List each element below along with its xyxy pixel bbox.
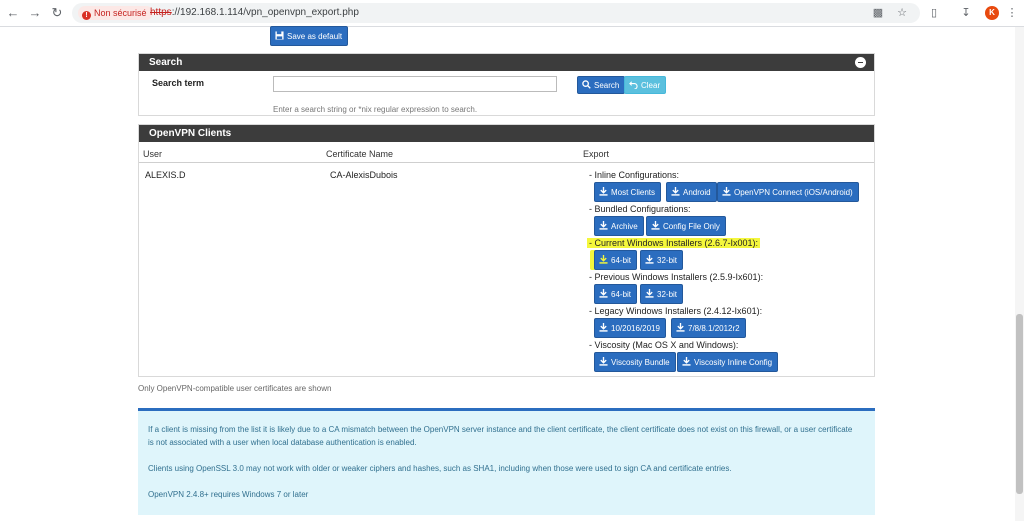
row-user: ALEXIS.D bbox=[145, 170, 186, 180]
search-button[interactable]: Search bbox=[577, 76, 626, 94]
address-bar[interactable]: ! Non sécurisé https://192.168.1.114/vpn_… bbox=[72, 3, 920, 23]
export-button-label: Most Clients bbox=[611, 188, 656, 197]
translate-icon[interactable]: ▩ bbox=[870, 5, 886, 21]
download-icon bbox=[682, 357, 691, 366]
save-as-default-button[interactable]: Save as default bbox=[270, 26, 349, 46]
export-legacy-7-8-button[interactable]: 7/8/8.1/2012r2 bbox=[671, 318, 746, 338]
download-icon bbox=[599, 221, 608, 230]
export-current-32bit-button[interactable]: 32-bit bbox=[640, 250, 684, 270]
certificates-note: Only OpenVPN-compatible user certificate… bbox=[138, 384, 332, 393]
download-icon bbox=[599, 187, 608, 196]
group-label-legacy-windows: - Legacy Windows Installers (2.4.12-Ix60… bbox=[589, 306, 763, 316]
avatar[interactable]: K bbox=[985, 6, 999, 20]
row-certificate: CA-AlexisDubois bbox=[330, 170, 398, 180]
export-button-label: 7/8/8.1/2012r2 bbox=[688, 324, 740, 333]
clients-panel-heading: OpenVPN Clients bbox=[139, 125, 874, 142]
export-button-label: OpenVPN Connect (iOS/Android) bbox=[734, 188, 853, 197]
export-viscosity-inline-config-button[interactable]: Viscosity Inline Config bbox=[677, 352, 779, 372]
group-label-bundled: - Bundled Configurations: bbox=[589, 204, 691, 214]
group-label-viscosity: - Viscosity (Mac OS X and Windows): bbox=[589, 340, 739, 350]
search-button-label: Search bbox=[594, 81, 620, 90]
export-button-label: 10/2016/2019 bbox=[611, 324, 660, 333]
export-button-label: Config File Only bbox=[663, 222, 720, 231]
download-icon bbox=[671, 187, 680, 196]
menu-kebab-icon[interactable]: ⋮ bbox=[1004, 5, 1020, 21]
download-icon[interactable]: ↧ bbox=[958, 5, 974, 21]
search-heading-text: Search bbox=[149, 57, 183, 68]
export-legacy-10-2016-2019-button[interactable]: 10/2016/2019 bbox=[594, 318, 666, 338]
scrollbar-thumb[interactable] bbox=[1016, 314, 1023, 494]
clients-heading-text: OpenVPN Clients bbox=[149, 128, 232, 139]
clear-button[interactable]: Clear bbox=[624, 76, 667, 94]
export-viscosity-bundle-button[interactable]: Viscosity Bundle bbox=[594, 352, 676, 372]
column-header-user: User bbox=[143, 149, 163, 159]
group-label-current-windows: - Current Windows Installers (2.6.7-Ix00… bbox=[587, 238, 761, 248]
export-android-button[interactable]: Android bbox=[666, 182, 717, 202]
url-scheme: https bbox=[150, 7, 172, 18]
save-as-default-label: Save as default bbox=[287, 32, 343, 41]
header-divider bbox=[139, 162, 874, 163]
export-button-label: Archive bbox=[611, 222, 638, 231]
bookmark-star-icon[interactable]: ☆ bbox=[894, 5, 910, 21]
export-previous-32bit-button[interactable]: 32-bit bbox=[640, 284, 684, 304]
export-button-label: Viscosity Bundle bbox=[611, 358, 670, 367]
info-paragraph-openssl: Clients using OpenSSL 3.0 may not work w… bbox=[148, 464, 732, 473]
save-icon bbox=[275, 31, 284, 40]
column-header-certificate: Certificate Name bbox=[326, 149, 394, 159]
export-button-label: 64-bit bbox=[611, 256, 632, 265]
clear-button-label: Clear bbox=[641, 81, 661, 90]
group-label-inline: - Inline Configurations: bbox=[589, 170, 680, 180]
export-button-label: 32-bit bbox=[657, 290, 678, 299]
forward-icon[interactable]: → bbox=[26, 4, 44, 22]
collapse-icon[interactable] bbox=[855, 57, 866, 68]
warning-icon: ! bbox=[82, 11, 91, 20]
download-icon bbox=[599, 323, 608, 332]
download-icon bbox=[599, 357, 608, 366]
export-most-clients-button[interactable]: Most Clients bbox=[594, 182, 662, 202]
download-icon bbox=[599, 289, 608, 298]
reload-icon[interactable]: ↻ bbox=[48, 4, 66, 22]
download-icon bbox=[645, 255, 654, 264]
download-icon bbox=[722, 187, 731, 196]
search-icon bbox=[582, 80, 591, 89]
export-config-file-only-button[interactable]: Config File Only bbox=[646, 216, 726, 236]
download-icon bbox=[599, 255, 608, 264]
download-icon bbox=[676, 323, 685, 332]
group-label-previous-windows: - Previous Windows Installers (2.5.9-Ix6… bbox=[589, 272, 764, 282]
column-header-export: Export bbox=[583, 149, 610, 159]
export-button-label: 32-bit bbox=[657, 256, 678, 265]
export-openvpn-connect-button[interactable]: OpenVPN Connect (iOS/Android) bbox=[717, 182, 859, 202]
back-icon[interactable]: ← bbox=[4, 4, 22, 22]
info-paragraph-missing-client: If a client is missing from the list it … bbox=[148, 425, 853, 447]
url-path: ://192.168.1.114/vpn_openvpn_export.php bbox=[171, 7, 359, 18]
search-help-text: Enter a search string or *nix regular ex… bbox=[273, 105, 478, 114]
search-panel: Search Search term Search Clear Enter a … bbox=[138, 53, 875, 116]
security-label: Non sécurisé bbox=[94, 8, 147, 18]
export-button-label: Android bbox=[683, 188, 711, 197]
export-archive-button[interactable]: Archive bbox=[594, 216, 644, 236]
openvpn-clients-panel: OpenVPN Clients User Certificate Name Ex… bbox=[138, 124, 875, 377]
undo-icon bbox=[629, 80, 638, 89]
page-content: Save as default Search Search term Searc… bbox=[0, 26, 1024, 521]
export-current-64bit-button[interactable]: 64-bit bbox=[594, 250, 638, 270]
export-button-label: 64-bit bbox=[611, 290, 632, 299]
download-icon bbox=[645, 289, 654, 298]
download-icon bbox=[651, 221, 660, 230]
security-chip[interactable]: ! Non sécurisé bbox=[78, 6, 153, 20]
search-panel-heading: Search bbox=[139, 54, 874, 71]
browser-toolbar: ← → ↻ ! Non sécurisé https://192.168.1.11… bbox=[0, 0, 1024, 27]
search-input[interactable] bbox=[273, 76, 557, 92]
extensions-icon[interactable]: ▯ bbox=[926, 5, 942, 21]
export-button-label: Viscosity Inline Config bbox=[694, 358, 773, 367]
url-text[interactable]: https://192.168.1.114/vpn_openvpn_export… bbox=[150, 6, 359, 20]
export-previous-64bit-button[interactable]: 64-bit bbox=[594, 284, 638, 304]
info-callout: If a client is missing from the list it … bbox=[138, 408, 875, 515]
search-term-label: Search term bbox=[152, 78, 205, 88]
info-paragraph-windows: OpenVPN 2.4.8+ requires Windows 7 or lat… bbox=[148, 490, 309, 499]
